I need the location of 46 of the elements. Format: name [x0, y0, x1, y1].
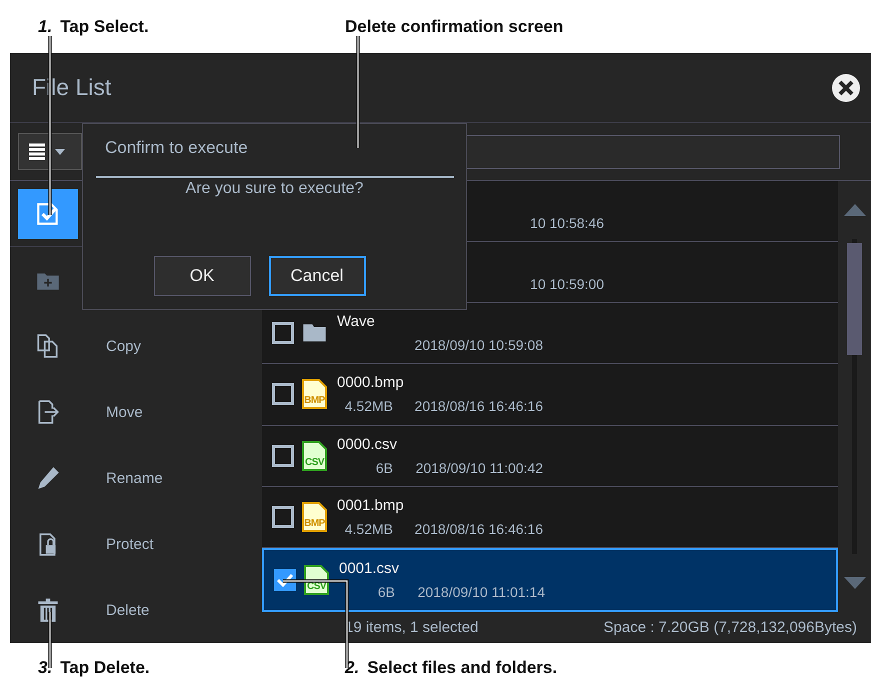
select-tool-button[interactable]: [18, 188, 78, 238]
tool-label[interactable]: Delete: [106, 602, 150, 618]
checkbox[interactable]: [272, 322, 294, 344]
tool-label[interactable]: Move: [106, 404, 143, 420]
close-icon[interactable]: [831, 72, 861, 102]
file-row[interactable]: CSV 0000.csv 6B 2018/09/10 11:00:42: [262, 426, 838, 487]
file-date: 2018/08/16 16:46:16: [414, 398, 543, 414]
tool-label[interactable]: Rename: [106, 470, 163, 486]
file-name: 0001.csv: [339, 560, 400, 578]
tool-label[interactable]: Protect: [106, 536, 154, 552]
file-name: 0000.bmp: [337, 374, 405, 392]
file-date: 2018/09/10 11:00:42: [414, 460, 543, 476]
file-row[interactable]: BMP 0000.bmp 4.52MB 2018/08/16 16:46:16: [262, 364, 838, 426]
callout-text: Delete confirmation screen: [345, 16, 564, 36]
free-space: Space : 7.20GB (7,728,132,096Bytes): [604, 619, 857, 636]
checkbox[interactable]: [272, 444, 294, 467]
checkbox[interactable]: [272, 506, 294, 528]
bmp-file-icon: BMP: [302, 379, 327, 410]
scroll-up-icon[interactable]: [844, 204, 866, 216]
file-size: 6B: [376, 584, 395, 600]
file-name: Wave: [337, 313, 376, 332]
dialog-title: Confirm to execute: [104, 137, 249, 159]
file-size: 4.52MB: [344, 520, 393, 537]
tool-label[interactable]: Copy: [106, 338, 142, 354]
file-date: 10 10:59:00: [529, 276, 604, 292]
dialog-button[interactable]: Cancel: [268, 256, 366, 296]
checked-page-icon: [35, 200, 61, 226]
file-date: 10 10:58:46: [529, 215, 604, 232]
csv-file-icon: CSV: [302, 440, 327, 471]
bmp-file-icon: BMP: [302, 502, 327, 532]
list-icon: [29, 142, 47, 160]
scrollbar-thumb[interactable]: [847, 243, 862, 355]
callout-text: 3. Tap Delete.: [38, 658, 151, 678]
file-date: 2018/09/10 10:59:08: [414, 337, 543, 354]
scroll-down-icon[interactable]: [844, 577, 866, 589]
file-name: 0001.bmp: [337, 496, 405, 515]
file-date: 2018/08/16 16:46:16: [414, 520, 543, 537]
dialog-button[interactable]: OK: [154, 256, 250, 296]
file-size: 4.52MB: [344, 398, 393, 414]
file-name: 0000.csv: [337, 436, 398, 454]
callout-text: 1. Tap Select.: [38, 16, 150, 36]
file-date: 2018/09/10 11:01:14: [416, 584, 545, 600]
checkbox[interactable]: [272, 383, 294, 406]
file-size: 6B: [374, 460, 393, 476]
caret-icon: [55, 148, 65, 154]
view-dropdown[interactable]: [18, 133, 82, 170]
